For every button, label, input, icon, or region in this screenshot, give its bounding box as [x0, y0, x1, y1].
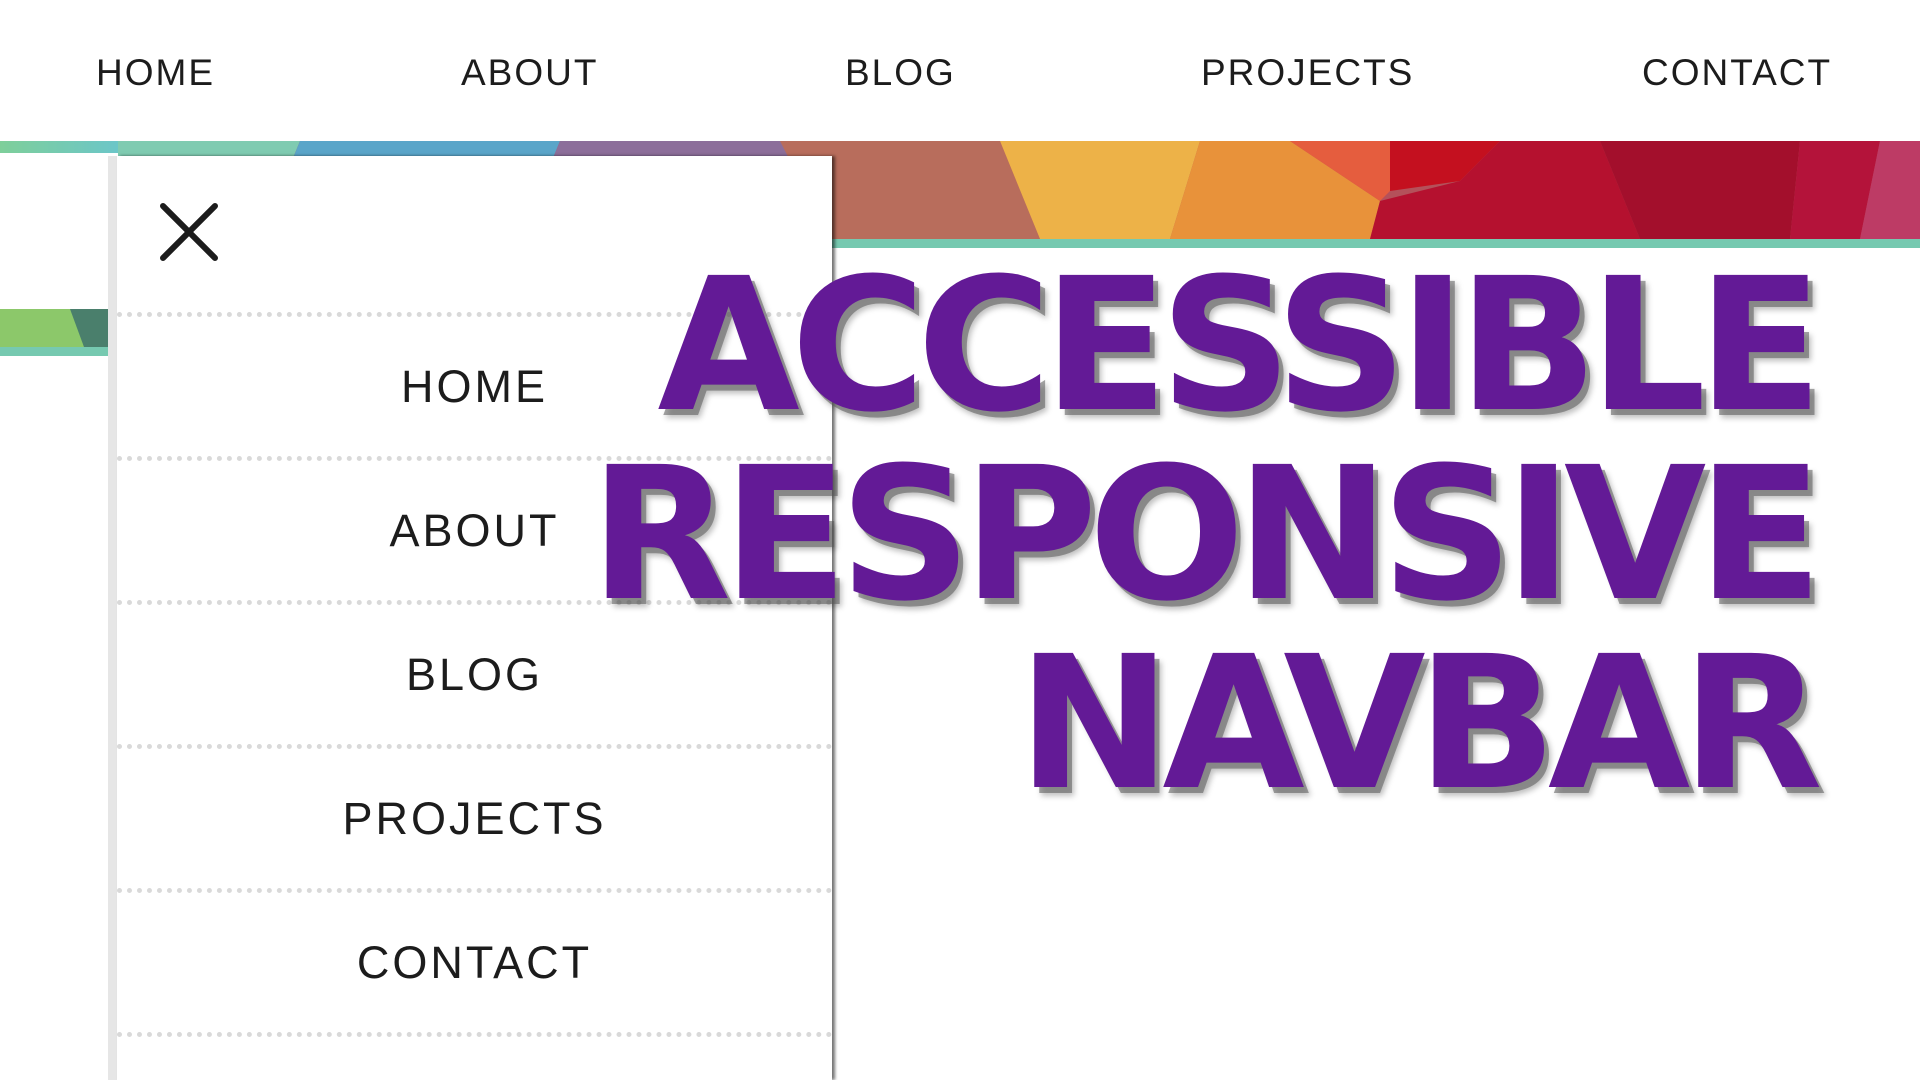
page-strip-top-accent: [0, 141, 118, 153]
top-nav-contact-link[interactable]: CONTACT: [1642, 52, 1832, 94]
drawer-nav-item: CONTACT: [117, 893, 832, 1037]
drawer-about-link[interactable]: ABOUT: [389, 505, 559, 557]
drawer-home-link[interactable]: HOME: [401, 361, 548, 413]
top-nav-projects-link[interactable]: PROJECTS: [1201, 52, 1414, 94]
top-nav-home-link[interactable]: HOME: [96, 52, 215, 94]
headline-line-2: RESPONSIVE: [589, 428, 1823, 642]
page-strip-banner: [0, 309, 118, 347]
headline-line-1: ACCESSIBLE: [657, 239, 1823, 453]
page-strip-accent-line: [0, 347, 118, 356]
top-navbar: HOME ABOUT BLOG PROJECTS CONTACT: [0, 0, 1920, 141]
headline-line-3: NAVBAR: [1017, 617, 1823, 831]
top-nav-blog-link[interactable]: BLOG: [845, 52, 956, 94]
page-background-strip: [0, 141, 118, 1080]
drawer-contact-link[interactable]: CONTACT: [357, 937, 592, 989]
drawer-blog-link[interactable]: BLOG: [406, 649, 543, 701]
close-icon: [160, 203, 218, 261]
thumbnail-canvas: HOME ABOUT BLOG PROJECTS CONTACT HOME AB…: [0, 0, 1920, 1080]
top-nav-about-link[interactable]: ABOUT: [461, 52, 598, 94]
headline-title: ACCESSIBLE RESPONSIVE NAVBAR: [589, 239, 1823, 831]
drawer-projects-link[interactable]: PROJECTS: [342, 793, 606, 845]
close-button[interactable]: [157, 200, 221, 264]
